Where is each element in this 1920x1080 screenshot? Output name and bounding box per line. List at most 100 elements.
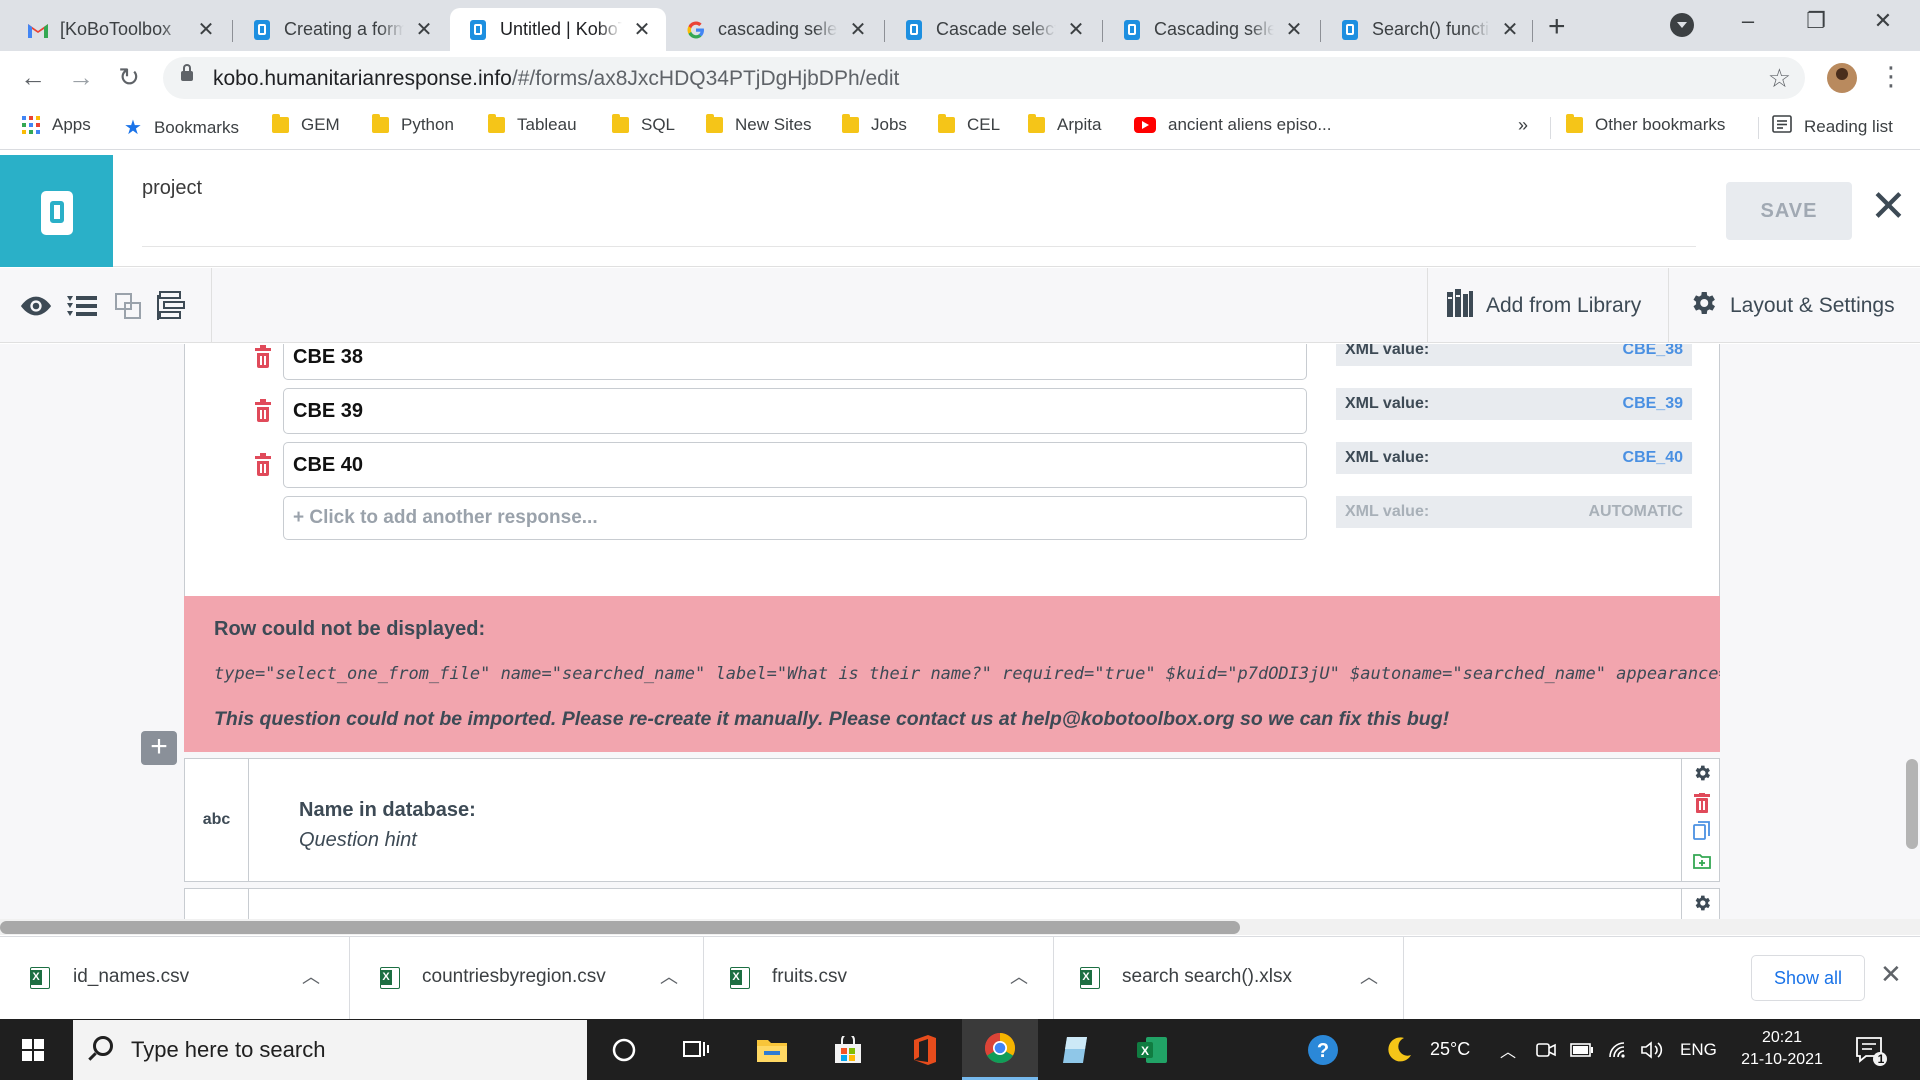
bookmark-bookmarks[interactable]: ★ Bookmarks [124,115,239,140]
trash-icon[interactable] [1692,793,1712,813]
cortana-icon[interactable] [586,1019,662,1080]
tab-creating-a-form[interactable]: Creating a form ✕ [234,8,448,51]
bookmark-jobs[interactable]: Jobs [842,114,907,135]
tab-search-function[interactable]: Search() function ✕ [1322,8,1534,51]
add-response-input[interactable]: + Click to add another response... [283,496,1307,540]
chevron-up-icon[interactable]: ︿ [660,963,678,989]
battery-icon[interactable] [1570,1019,1594,1080]
bookmark-new-sites[interactable]: New Sites [706,114,812,135]
horizontal-scroll-thumb[interactable] [0,921,1240,934]
choice-label-input[interactable]: CBE 39 [283,388,1307,434]
window-close-icon[interactable]: ✕ [1860,8,1906,34]
tab-kobotoolbox-gmail[interactable]: [KoBoToolbox ✕ [10,8,230,51]
bookmark-cel[interactable]: CEL [938,114,1000,135]
tab-cascading-select-google[interactable]: cascading select ✕ [668,8,882,51]
trash-icon[interactable] [255,345,271,368]
help-icon[interactable]: ? [1306,1019,1340,1080]
preview-eye-icon[interactable] [20,290,52,322]
kobo-logo[interactable] [0,155,113,267]
question-name-label[interactable]: Name in database: [299,799,476,822]
trash-icon[interactable] [255,453,271,476]
address-bar[interactable]: kobo.humanitarianresponse.info/#/forms/a… [163,57,1805,99]
bookmarks-overflow-chevron[interactable]: » [1518,115,1528,136]
close-icon[interactable]: ✕ [632,17,652,42]
weather-temperature[interactable]: 25°C [1430,1019,1470,1080]
chevron-up-icon[interactable]: ︿ [1010,963,1028,989]
weather-moon-icon[interactable] [1384,1019,1414,1080]
file-explorer-icon[interactable] [734,1019,810,1080]
next-question-card[interactable] [184,888,1720,920]
group-questions-icon[interactable] [112,290,144,322]
meet-now-icon[interactable] [1536,1019,1556,1080]
bookmark-star-icon[interactable]: ☆ [1768,63,1791,94]
horizontal-scrollbar[interactable] [0,919,1920,935]
close-icon[interactable]: ✕ [1500,17,1520,42]
chrome-taskbar-icon[interactable] [962,1019,1038,1080]
windows-start-icon[interactable] [22,1039,44,1061]
xml-value-field[interactable]: XML value: CBE_40 [1336,442,1692,474]
bookmark-tableau[interactable]: Tableau [488,114,577,135]
gear-icon[interactable] [1692,763,1712,783]
reading-list-button[interactable]: Reading list [1772,115,1893,138]
back-arrow-icon[interactable]: ← [17,62,49,93]
text-question-card[interactable]: abc Name in database: Question hint [184,758,1720,882]
close-download-shelf-icon[interactable]: ✕ [1880,959,1902,990]
volume-icon[interactable] [1640,1019,1664,1080]
restore-icon[interactable]: ❐ [1793,8,1839,34]
save-button[interactable]: SAVE [1726,182,1852,240]
bookmark-other-bookmarks[interactable]: Other bookmarks [1566,114,1725,135]
close-icon[interactable]: ✕ [414,17,434,42]
close-icon[interactable]: ✕ [196,17,216,42]
forward-arrow-icon[interactable]: → [65,62,97,93]
chevron-up-icon[interactable]: ︿ [302,963,320,989]
close-icon[interactable]: ✕ [848,17,868,42]
taskbar-clock[interactable]: 20:21 21-10-2021 [1730,1027,1834,1071]
chevron-up-icon[interactable]: ︿ [1360,963,1378,989]
new-tab-plus-icon[interactable]: + [1548,10,1566,44]
bookmark-sql[interactable]: SQL [612,114,675,135]
add-from-library-button[interactable]: Add from Library [1446,268,1641,343]
choice-label-input[interactable]: CBE 40 [283,442,1307,488]
minimize-icon[interactable]: – [1725,8,1771,34]
add-question-button[interactable]: + [141,731,177,765]
url-text[interactable]: kobo.humanitarianresponse.info/#/forms/a… [213,67,899,91]
reload-icon[interactable]: ↻ [113,62,145,93]
vertical-scrollbar[interactable] [1906,759,1918,849]
download-item[interactable]: id_names.csv ︿ [0,937,350,1020]
bookmark-python[interactable]: Python [372,114,454,135]
browser-menu-icon[interactable]: ⋮ [1878,61,1904,92]
profile-avatar[interactable] [1827,63,1857,93]
tab-untitled-kobo[interactable]: Untitled | KoboToolbox ✕ [450,8,666,51]
notepad-app-icon[interactable] [1038,1019,1114,1080]
bookmark-arpita[interactable]: Arpita [1028,114,1101,135]
xml-value-field[interactable]: XML value: CBE_39 [1336,388,1692,420]
layout-settings-button[interactable]: Layout & Settings [1688,268,1895,343]
close-icon[interactable]: ✕ [1066,17,1086,42]
office-icon[interactable] [886,1019,962,1080]
download-item[interactable]: countriesbyregion.csv ︿ [354,937,704,1020]
project-title-input[interactable]: project [142,177,1696,247]
tab-cascade-select[interactable]: Cascade select ✕ [886,8,1100,51]
microsoft-store-icon[interactable] [810,1019,886,1080]
wifi-icon[interactable] [1608,1019,1630,1080]
download-item[interactable]: search search().xlsx ︿ [1054,937,1404,1020]
close-form-icon[interactable]: ✕ [1870,185,1907,229]
close-icon[interactable]: ✕ [1284,17,1304,42]
choice-label-input[interactable]: CBE 38 [283,344,1307,380]
tab-cascading-select[interactable]: Cascading select ✕ [1104,8,1318,51]
cascading-select-icon[interactable] [156,290,188,322]
notification-center[interactable]: 1 [1854,1019,1888,1080]
tray-chevron-up-icon[interactable]: ︿ [1500,1019,1516,1080]
language-indicator[interactable]: ENG [1680,1019,1717,1080]
bookmark-apps[interactable]: Apps [22,115,91,135]
show-all-downloads-button[interactable]: Show all [1751,955,1865,1001]
excel-taskbar-icon[interactable]: X [1114,1019,1190,1080]
question-hint[interactable]: Question hint [299,829,417,852]
duplicate-icon[interactable] [1692,821,1712,841]
bookmark-ancient-aliens[interactable]: ancient aliens episo... [1134,115,1332,135]
gear-icon[interactable] [1692,893,1712,913]
xml-value-field[interactable]: XML value: CBE_38 [1336,344,1692,366]
taskbar-search-box[interactable]: Type here to search [73,1020,587,1080]
bookmark-gem[interactable]: GEM [272,114,340,135]
toggle-all-details-icon[interactable] [66,290,98,322]
